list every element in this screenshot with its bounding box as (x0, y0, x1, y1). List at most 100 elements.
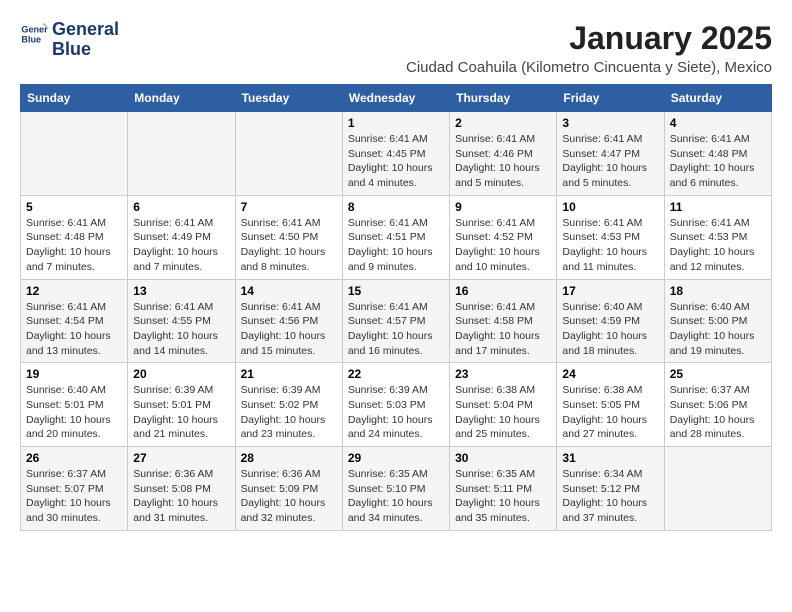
day-number: 5 (26, 200, 122, 214)
calendar-table: SundayMondayTuesdayWednesdayThursdayFrid… (20, 84, 772, 531)
column-header-monday: Monday (128, 85, 235, 112)
column-header-thursday: Thursday (450, 85, 557, 112)
calendar-cell: 20 Sunrise: 6:39 AM Sunset: 5:01 PM Dayli… (128, 363, 235, 447)
calendar-cell: 23Sunrise: 6:38 AM Sunset: 5:04 PM Dayli… (450, 363, 557, 447)
calendar-week-4: 19 Sunrise: 6:40 AM Sunset: 5:01 PM Dayli… (21, 363, 772, 447)
column-header-friday: Friday (557, 85, 664, 112)
day-number: 19 (26, 367, 122, 381)
day-info: Sunrise: 6:41 AM Sunset: 4:53 PM Dayligh… (670, 216, 766, 275)
calendar-cell: 11 Sunrise: 6:41 AM Sunset: 4:53 PM Dayli… (664, 195, 771, 279)
calendar-week-5: 26 Sunrise: 6:37 AM Sunset: 5:07 PM Dayli… (21, 447, 772, 531)
day-info: Sunrise: 6:35 AM Sunset: 5:11 PM Dayligh… (455, 467, 551, 526)
day-info: Sunrise: 6:41 AM Sunset: 4:48 PM Dayligh… (670, 132, 766, 191)
calendar-week-1: 1 Sunrise: 6:41 AM Sunset: 4:45 PM Daylig… (21, 112, 772, 196)
day-number: 16 (455, 284, 551, 298)
day-info: Sunrise: 6:39 AM Sunset: 5:01 PM Dayligh… (133, 383, 229, 442)
logo: General Blue General Blue (20, 20, 119, 60)
calendar-cell: 13 Sunrise: 6:41 AM Sunset: 4:55 PM Dayli… (128, 279, 235, 363)
day-info: Sunrise: 6:37 AM Sunset: 5:07 PM Dayligh… (26, 467, 122, 526)
day-number: 17 (562, 284, 658, 298)
day-number: 18 (670, 284, 766, 298)
day-number: 26 (26, 451, 122, 465)
column-header-wednesday: Wednesday (342, 85, 449, 112)
day-number: 25 (670, 367, 766, 381)
calendar-cell: 16 Sunrise: 6:41 AM Sunset: 4:58 PM Dayli… (450, 279, 557, 363)
calendar-cell: 17 Sunrise: 6:40 AM Sunset: 4:59 PM Dayli… (557, 279, 664, 363)
calendar-cell: 28 Sunrise: 6:36 AM Sunset: 5:09 PM Dayli… (235, 447, 342, 531)
day-info: Sunrise: 6:41 AM Sunset: 4:48 PM Dayligh… (26, 216, 122, 275)
day-info: Sunrise: 6:35 AM Sunset: 5:10 PM Dayligh… (348, 467, 444, 526)
day-info: Sunrise: 6:40 AM Sunset: 4:59 PM Dayligh… (562, 300, 658, 359)
calendar-cell: 12 Sunrise: 6:41 AM Sunset: 4:54 PM Dayli… (21, 279, 128, 363)
column-header-tuesday: Tuesday (235, 85, 342, 112)
day-info: Sunrise: 6:41 AM Sunset: 4:50 PM Dayligh… (241, 216, 337, 275)
day-number: 14 (241, 284, 337, 298)
day-info: Sunrise: 6:41 AM Sunset: 4:55 PM Dayligh… (133, 300, 229, 359)
calendar-cell: 9 Sunrise: 6:41 AM Sunset: 4:52 PM Daylig… (450, 195, 557, 279)
day-info: Sunrise: 6:34 AM Sunset: 5:12 PM Dayligh… (562, 467, 658, 526)
calendar-cell: 31 Sunrise: 6:34 AM Sunset: 5:12 PM Dayli… (557, 447, 664, 531)
page-header: General Blue General Blue January 2025 C… (20, 20, 772, 76)
day-info: Sunrise: 6:41 AM Sunset: 4:46 PM Dayligh… (455, 132, 551, 191)
calendar-cell: 27 Sunrise: 6:36 AM Sunset: 5:08 PM Dayli… (128, 447, 235, 531)
calendar-cell: 2 Sunrise: 6:41 AM Sunset: 4:46 PM Daylig… (450, 112, 557, 196)
calendar-cell: 22 Sunrise: 6:39 AM Sunset: 5:03 PM Dayli… (342, 363, 449, 447)
day-info: Sunrise: 6:41 AM Sunset: 4:45 PM Dayligh… (348, 132, 444, 191)
calendar-cell (235, 112, 342, 196)
day-number: 22 (348, 367, 444, 381)
day-number: 21 (241, 367, 337, 381)
calendar-cell: 24 Sunrise: 6:38 AM Sunset: 5:05 PM Dayli… (557, 363, 664, 447)
day-number: 30 (455, 451, 551, 465)
calendar-cell: 25Sunrise: 6:37 AM Sunset: 5:06 PM Dayli… (664, 363, 771, 447)
column-header-sunday: Sunday (21, 85, 128, 112)
day-number: 27 (133, 451, 229, 465)
calendar-week-2: 5 Sunrise: 6:41 AM Sunset: 4:48 PM Daylig… (21, 195, 772, 279)
day-number: 8 (348, 200, 444, 214)
calendar-cell: 3Sunrise: 6:41 AM Sunset: 4:47 PM Daylig… (557, 112, 664, 196)
day-info: Sunrise: 6:41 AM Sunset: 4:52 PM Dayligh… (455, 216, 551, 275)
day-info: Sunrise: 6:36 AM Sunset: 5:08 PM Dayligh… (133, 467, 229, 526)
calendar-cell: 26 Sunrise: 6:37 AM Sunset: 5:07 PM Dayli… (21, 447, 128, 531)
calendar-cell (664, 447, 771, 531)
day-info: Sunrise: 6:40 AM Sunset: 5:00 PM Dayligh… (670, 300, 766, 359)
day-number: 11 (670, 200, 766, 214)
day-info: Sunrise: 6:41 AM Sunset: 4:57 PM Dayligh… (348, 300, 444, 359)
calendar-cell: 8Sunrise: 6:41 AM Sunset: 4:51 PM Daylig… (342, 195, 449, 279)
day-number: 20 (133, 367, 229, 381)
day-info: Sunrise: 6:41 AM Sunset: 4:58 PM Dayligh… (455, 300, 551, 359)
calendar-cell: 1 Sunrise: 6:41 AM Sunset: 4:45 PM Daylig… (342, 112, 449, 196)
day-info: Sunrise: 6:40 AM Sunset: 5:01 PM Dayligh… (26, 383, 122, 442)
day-info: Sunrise: 6:39 AM Sunset: 5:03 PM Dayligh… (348, 383, 444, 442)
calendar-cell (21, 112, 128, 196)
day-info: Sunrise: 6:41 AM Sunset: 4:54 PM Dayligh… (26, 300, 122, 359)
day-number: 31 (562, 451, 658, 465)
day-number: 12 (26, 284, 122, 298)
calendar-cell: 4 Sunrise: 6:41 AM Sunset: 4:48 PM Daylig… (664, 112, 771, 196)
column-header-saturday: Saturday (664, 85, 771, 112)
day-number: 10 (562, 200, 658, 214)
day-info: Sunrise: 6:41 AM Sunset: 4:47 PM Dayligh… (562, 132, 658, 191)
day-info: Sunrise: 6:39 AM Sunset: 5:02 PM Dayligh… (241, 383, 337, 442)
title-section: January 2025 Ciudad Coahuila (Kilometro … (406, 20, 772, 76)
calendar-cell: 18 Sunrise: 6:40 AM Sunset: 5:00 PM Dayli… (664, 279, 771, 363)
svg-text:Blue: Blue (21, 34, 41, 44)
day-number: 9 (455, 200, 551, 214)
calendar-week-3: 12 Sunrise: 6:41 AM Sunset: 4:54 PM Dayli… (21, 279, 772, 363)
day-number: 1 (348, 116, 444, 130)
page-title: January 2025 (406, 20, 772, 57)
calendar-cell: 19 Sunrise: 6:40 AM Sunset: 5:01 PM Dayli… (21, 363, 128, 447)
calendar-header-row: SundayMondayTuesdayWednesdayThursdayFrid… (21, 85, 772, 112)
day-number: 13 (133, 284, 229, 298)
day-number: 4 (670, 116, 766, 130)
day-number: 2 (455, 116, 551, 130)
day-info: Sunrise: 6:36 AM Sunset: 5:09 PM Dayligh… (241, 467, 337, 526)
day-number: 29 (348, 451, 444, 465)
day-info: Sunrise: 6:38 AM Sunset: 5:04 PM Dayligh… (455, 383, 551, 442)
calendar-cell (128, 112, 235, 196)
svg-text:General: General (21, 25, 48, 35)
day-info: Sunrise: 6:38 AM Sunset: 5:05 PM Dayligh… (562, 383, 658, 442)
day-number: 28 (241, 451, 337, 465)
day-number: 24 (562, 367, 658, 381)
logo-text: General Blue (52, 20, 119, 60)
calendar-cell: 10Sunrise: 6:41 AM Sunset: 4:53 PM Dayli… (557, 195, 664, 279)
